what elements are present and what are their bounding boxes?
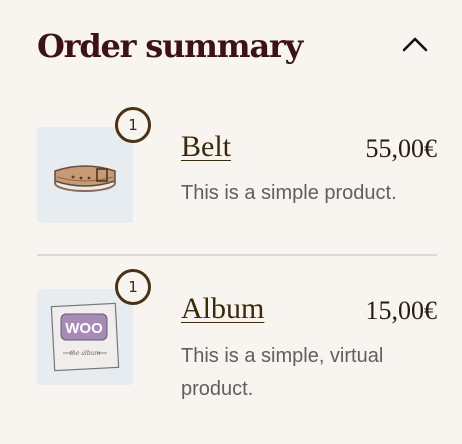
order-summary-title: Order summary: [37, 27, 303, 65]
item-divider: [37, 254, 437, 256]
product-name-link[interactable]: Belt: [181, 127, 231, 167]
album-logo-text: WOO: [65, 320, 103, 337]
album-product-image: WOO the album: [37, 289, 133, 385]
quantity-badge: 1: [115, 269, 151, 305]
product-description: This is a simple, virtual product.: [181, 345, 384, 400]
order-summary-header: Order summary: [37, 22, 429, 70]
collapse-toggle-button[interactable]: [401, 33, 429, 55]
product-price: 55,00€: [365, 134, 438, 163]
product-name-link[interactable]: Album: [181, 289, 264, 329]
quantity-badge: 1: [115, 107, 151, 143]
cart-item-album: WOO the album 1 Album 15,00€ This is a s…: [37, 269, 438, 400]
belt-product-image: [37, 127, 133, 223]
album-subtitle-text: the album: [70, 350, 101, 357]
chevron-up-icon: [402, 37, 428, 52]
product-description: This is a simple product.: [181, 182, 397, 204]
cart-item-belt: 1 Belt 55,00€ This is a simple product.: [37, 107, 438, 223]
product-price: 15,00€: [365, 296, 438, 325]
